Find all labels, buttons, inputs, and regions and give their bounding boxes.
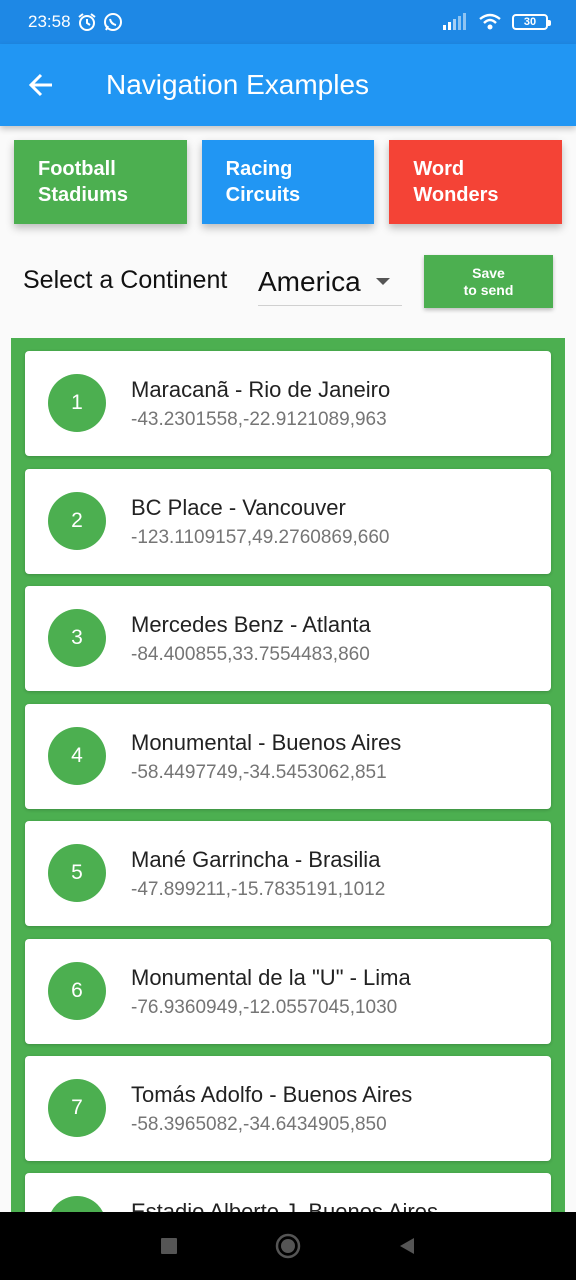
whatsapp-icon xyxy=(103,13,122,31)
word-wonders-button[interactable]: Word Wonders xyxy=(389,140,563,224)
status-time: 23:58 xyxy=(28,12,71,31)
item-number-avatar: 4 xyxy=(48,727,106,785)
continent-dropdown-value: America xyxy=(258,265,361,297)
list-item[interactable]: 7 Tomás Adolfo - Buenos Aires -58.396508… xyxy=(25,1056,551,1161)
list-item[interactable]: 8 Estadio Alberto J. Buenos Aires xyxy=(25,1173,551,1212)
item-coordinates: -76.9360949,-12.0557045,1030 xyxy=(131,997,398,1018)
racing-circuits-button[interactable]: Racing Circuits xyxy=(201,140,375,224)
item-number-avatar: 8 xyxy=(48,1196,106,1212)
item-title: Monumental de la "U" - Lima xyxy=(131,965,411,990)
item-number-avatar: 6 xyxy=(48,962,106,1020)
item-number-avatar: 3 xyxy=(48,609,106,667)
item-number-avatar: 7 xyxy=(48,1079,106,1137)
save-to-send-button[interactable]: Save to send xyxy=(424,255,553,308)
battery-icon: 30 xyxy=(512,14,551,30)
list-item[interactable]: 5 Mané Garrincha - Brasilia -47.899211,-… xyxy=(25,821,551,926)
page-title: Navigation Examples xyxy=(106,69,370,100)
category-buttons: Football Stadiums Racing Circuits Word W… xyxy=(14,140,563,224)
item-coordinates: -58.3965082,-34.6434905,850 xyxy=(131,1114,387,1135)
system-nav-bar xyxy=(0,1212,576,1280)
item-number-avatar: 2 xyxy=(48,492,106,550)
stadium-list[interactable]: 1 Maracanã - Rio de Janeiro -43.2301558,… xyxy=(11,338,565,1212)
continent-dropdown[interactable]: America xyxy=(258,258,402,306)
list-item[interactable]: 2 BC Place - Vancouver -123.1109157,49.2… xyxy=(25,469,551,574)
item-coordinates: -47.899211,-15.7835191,1012 xyxy=(131,879,386,900)
item-coordinates: -43.2301558,-22.9121089,963 xyxy=(131,409,387,430)
wifi-icon xyxy=(479,13,501,30)
back-nav-icon[interactable] xyxy=(397,1236,417,1256)
list-item[interactable]: 4 Monumental - Buenos Aires -58.4497749,… xyxy=(25,704,551,809)
item-title: Monumental - Buenos Aires xyxy=(131,730,402,755)
app-bar: Navigation Examples xyxy=(0,44,576,126)
item-title: Maracanã - Rio de Janeiro xyxy=(131,377,391,402)
signal-icon xyxy=(443,13,466,30)
alarm-icon xyxy=(77,13,96,31)
item-coordinates: -123.1109157,49.2760869,660 xyxy=(131,527,390,548)
recents-icon[interactable] xyxy=(159,1236,179,1256)
list-item[interactable]: 1 Maracanã - Rio de Janeiro -43.2301558,… xyxy=(25,351,551,456)
item-title: BC Place - Vancouver xyxy=(131,495,346,520)
item-number-avatar: 1 xyxy=(48,374,106,432)
dropdown-arrow-icon xyxy=(376,278,390,285)
select-continent-label: Select a Continent xyxy=(23,266,228,294)
football-stadiums-button[interactable]: Football Stadiums xyxy=(14,140,187,224)
list-item[interactable]: 3 Mercedes Benz - Atlanta -84.400855,33.… xyxy=(25,586,551,691)
item-number-avatar: 5 xyxy=(48,844,106,902)
continent-selector-row: Select a Continent America Save to send xyxy=(0,254,576,310)
status-bar: 23:58 30 xyxy=(0,0,576,44)
item-title: Mercedes Benz - Atlanta xyxy=(131,612,371,637)
item-coordinates: -84.400855,33.7554483,860 xyxy=(131,644,370,665)
item-coordinates: -58.4497749,-34.5453062,851 xyxy=(131,762,387,783)
item-title: Estadio Alberto J. Buenos Aires xyxy=(131,1199,438,1212)
item-title: Tomás Adolfo - Buenos Aires xyxy=(131,1082,413,1107)
item-title: Mané Garrincha - Brasilia xyxy=(131,847,381,872)
arrow-back-icon xyxy=(28,73,52,97)
home-icon[interactable] xyxy=(274,1232,302,1260)
list-item[interactable]: 6 Monumental de la "U" - Lima -76.936094… xyxy=(25,939,551,1044)
back-button[interactable] xyxy=(0,44,82,126)
